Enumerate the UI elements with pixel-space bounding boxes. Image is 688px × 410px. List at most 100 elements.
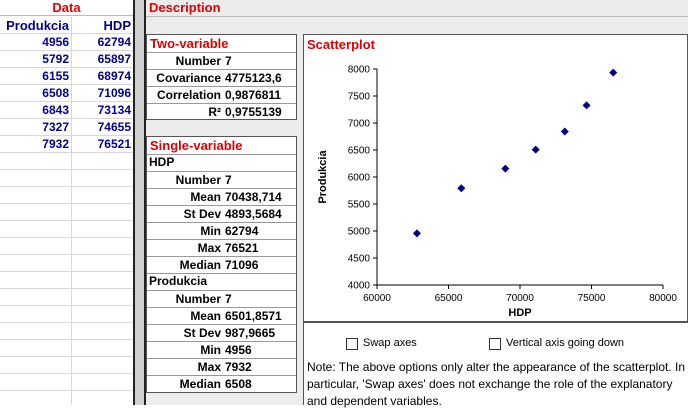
cell-hdp[interactable]: 74655: [72, 119, 131, 136]
y-tick-label: 5500: [348, 200, 371, 211]
scatterplot-chart: 4000 4500 5000 5500 6000 6500 7000 7500 8000 6000…: [317, 65, 677, 320]
stat-value: 4893,5684: [225, 207, 282, 221]
vertical-down-checkbox[interactable]: [489, 338, 501, 350]
variable-group-name: Produkcia: [149, 274, 208, 288]
single-variable-row: Mean 6501,8571: [147, 307, 296, 324]
stat-label: Number: [175, 54, 221, 68]
stat-label: Min: [200, 343, 221, 357]
cell-produkcia[interactable]: 4956: [0, 34, 69, 51]
two-variable-row: R² 0,9755139: [147, 103, 296, 120]
stat-label: Mean: [190, 190, 221, 204]
y-tick-label: 7000: [348, 119, 371, 130]
cell-hdp[interactable]: 62794: [72, 34, 131, 51]
grid-row[interactable]: [0, 289, 133, 306]
stat-label: Number: [175, 292, 221, 306]
stat-value: 7: [225, 173, 232, 187]
stat-label: R²: [208, 105, 221, 119]
two-variable-row: Covariance 4775123,6: [147, 69, 296, 86]
y-tick-label: 7500: [348, 92, 371, 103]
y-tick-label: 5000: [348, 227, 371, 238]
grid-row[interactable]: [0, 187, 133, 204]
stat-label: Covariance: [156, 71, 221, 85]
single-variable-row: Max 76521: [147, 239, 296, 256]
single-variable-row: Mean 70438,714: [147, 188, 296, 205]
x-tick-label: 80000: [649, 293, 677, 304]
scatter-point: [582, 101, 591, 110]
scatter-point: [560, 127, 569, 136]
single-variable-row: Max 7932: [147, 358, 296, 375]
stat-value: 62794: [225, 224, 259, 238]
stat-value: 7: [225, 292, 232, 306]
stat-label: Mean: [190, 309, 221, 323]
scatter-point: [609, 68, 618, 77]
cell-hdp[interactable]: 76521: [72, 136, 131, 153]
data-pane: Data Produkcia HDP 4956 62794 5792 65897 615…: [0, 0, 133, 405]
grid-row[interactable]: [0, 374, 133, 391]
x-axis-label: HDP: [508, 307, 531, 319]
grid-row[interactable]: [0, 340, 133, 357]
single-variable-box: Single-variable HDP Number 7 Mean 70438,714 S…: [146, 136, 297, 393]
stat-value: 987,9665: [225, 326, 276, 340]
single-variable-title: Single-variable: [150, 138, 243, 153]
grid-row[interactable]: [0, 170, 133, 187]
description-title: Description: [149, 0, 221, 15]
y-tick-label: 4500: [348, 254, 371, 265]
single-variable-row: Min 4956: [147, 341, 296, 358]
grid-row[interactable]: [0, 17, 133, 34]
stat-value: 70438,714: [225, 190, 282, 204]
two-variable-row: Number 7: [147, 52, 296, 69]
stat-label: Number: [175, 173, 221, 187]
single-variable-row: Number 7: [147, 171, 296, 188]
cell-produkcia[interactable]: 6843: [0, 102, 69, 119]
stat-value: 4956: [225, 343, 252, 357]
cell-hdp[interactable]: 68974: [72, 68, 131, 85]
single-variable-row: Median 6508: [147, 375, 296, 392]
stat-label: Median: [179, 258, 221, 272]
stat-label: Max: [197, 360, 221, 374]
stat-value: 7932: [225, 360, 252, 374]
grid-row[interactable]: [0, 272, 133, 289]
stat-label: Max: [197, 241, 221, 255]
scatter-point: [412, 229, 421, 238]
cell-produkcia[interactable]: 6508: [0, 85, 69, 102]
vertical-down-label[interactable]: Vertical axis going down: [506, 336, 624, 351]
grid-row[interactable]: [0, 255, 133, 272]
stat-label: Min: [200, 224, 221, 238]
cell-produkcia[interactable]: 6155: [0, 68, 69, 85]
grid-row[interactable]: [0, 306, 133, 323]
swap-axes-label[interactable]: Swap axes: [363, 336, 417, 351]
description-rule: [146, 16, 688, 17]
grid-row[interactable]: [0, 204, 133, 221]
x-tick-label: 75000: [578, 293, 606, 304]
cell-produkcia[interactable]: 7327: [0, 119, 69, 136]
data-title: Data: [52, 0, 81, 15]
scatterplot-title: Scatterplot: [307, 37, 375, 52]
two-variable-row: Correlation 0,9876811: [147, 86, 296, 103]
scatter-options: Swap axes Vertical axis going down Note:…: [303, 322, 688, 408]
cell-produkcia[interactable]: 7932: [0, 136, 69, 153]
variable-group-name: HDP: [149, 155, 175, 169]
y-tick-label: 8000: [348, 65, 371, 76]
stat-value: 71096: [225, 258, 259, 272]
cell-produkcia[interactable]: 5792: [0, 51, 69, 68]
grid-row[interactable]: [0, 323, 133, 340]
two-variable-title: Two-variable: [150, 36, 229, 51]
grid-row[interactable]: [0, 221, 133, 238]
single-variable-row: Number 7: [147, 290, 296, 307]
single-variable-row: St Dev 987,9665: [147, 324, 296, 341]
stat-value: 6501,8571: [225, 309, 282, 323]
grid-row[interactable]: [0, 357, 133, 374]
grid-row[interactable]: [0, 153, 133, 170]
cell-hdp[interactable]: 65897: [72, 51, 131, 68]
swap-axes-checkbox[interactable]: [346, 338, 358, 350]
two-variable-box: Two-variable Number 7 Covariance 4775123,6 C…: [146, 34, 297, 120]
stat-value: 4775123,6: [225, 71, 282, 85]
cell-hdp[interactable]: 73134: [72, 102, 131, 119]
x-tick-label: 70000: [506, 293, 534, 304]
cell-hdp[interactable]: 71096: [72, 85, 131, 102]
stat-value: 0,9876811: [225, 88, 282, 102]
grid-row[interactable]: [0, 238, 133, 255]
data-header-row: Data: [0, 0, 133, 16]
x-tick-label: 65000: [435, 293, 463, 304]
pane-divider[interactable]: [133, 0, 146, 405]
